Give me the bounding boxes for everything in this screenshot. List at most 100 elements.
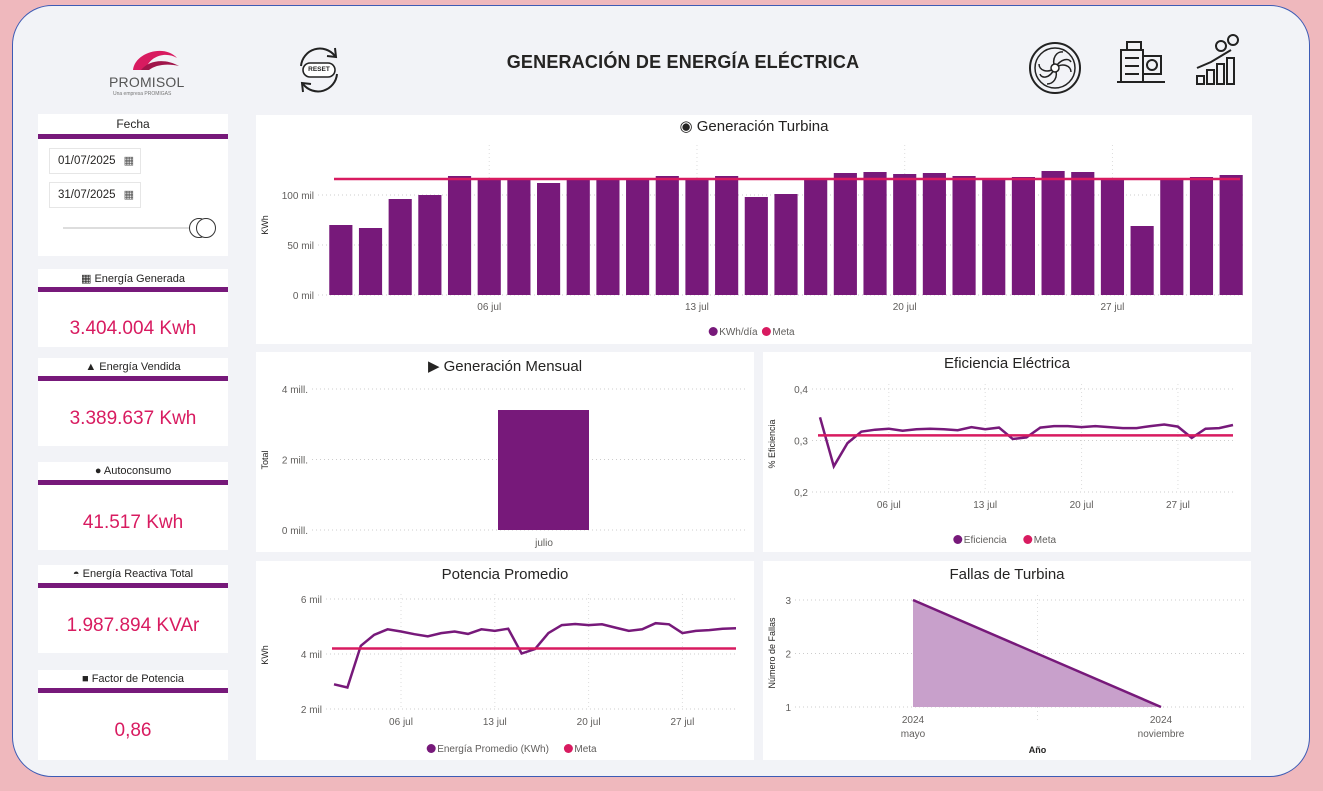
chart-card-power: Potencia Promedio 2 mil 4 mil 6 mil KWh 06 j… (256, 561, 754, 760)
kpi-label: ▦ Energía Generada (81, 273, 185, 285)
kpi-value: 3.404.004 Kwh (69, 318, 197, 339)
y-tick-label: 100 mil (282, 191, 314, 202)
y-tick-label: 2 (785, 650, 791, 661)
y-tick-label: 3 (785, 596, 791, 607)
x-tick-label: 06 jul (389, 717, 413, 728)
bar (596, 178, 620, 295)
kpi-label: ▲ Energía Vendida (85, 361, 181, 373)
turbine-icon (1029, 42, 1081, 94)
chart-card-monthly: ▶ Generación Mensual 0 mill. 2 mill. 4 mil… (256, 352, 754, 552)
generator-icon (1117, 41, 1165, 83)
logo-tagline: Una empresa PROMIGAS (113, 91, 172, 97)
growth-chart-gear-icon (1196, 34, 1239, 85)
x-tick-label: 20 jul (1070, 500, 1094, 511)
legend-label: Energía Promedio (KWh) (437, 744, 549, 755)
kpi-bar (38, 376, 228, 381)
promisol-logo-mark (133, 50, 179, 70)
legend-marker (1023, 535, 1033, 544)
y-tick-label: 4 mill. (282, 385, 308, 396)
x-tick-label: 13 jul (685, 302, 709, 313)
kpi-bar (38, 583, 228, 588)
x-tick-label: 20 jul (893, 302, 917, 313)
bar (1011, 177, 1035, 295)
start-date-value: 01/07/2025 (58, 155, 116, 167)
kpi-card-energia-generada: ▦ Energía Generada 3.404.004 Kwh (38, 269, 228, 347)
legend-label: Meta (574, 744, 597, 755)
chart-card-turbine: ◉ Generación Turbina 0 mil 50 mil 100 mil K… (256, 115, 1252, 344)
calendar-icon[interactable]: ▦ (124, 188, 134, 201)
legend-marker (761, 327, 771, 336)
kpi-value: 0,86 (114, 720, 152, 741)
date-filter-bar (38, 134, 228, 139)
kpi-card-energia-reactiva: ◓ Energía Reactiva Total 1.987.894 KVAr (38, 565, 228, 653)
kpi-label: ◓ Energía Reactiva Total (72, 568, 194, 580)
logo-brand: PROMISOL (109, 74, 185, 90)
y-tick-label: 6 mil (301, 595, 322, 606)
x-tick-label: 13 jul (483, 717, 507, 728)
kpi-value: 41.517 Kwh (82, 512, 184, 533)
dashboard-frame: PROMISOL Una empresa PROMIGAS RESET GENE… (12, 5, 1310, 777)
bar (477, 178, 501, 295)
bar (685, 178, 709, 295)
legend-label: Meta (772, 327, 795, 338)
bar (1041, 171, 1065, 295)
kpi-bar (38, 480, 228, 485)
x-tick-label: 13 jul (973, 500, 997, 511)
date-slider-end-handle[interactable] (196, 218, 216, 238)
x-tick-label: 27 jul (670, 717, 694, 728)
faults-chart: 1 2 3 Número de Fallas 2024 mayo 2024 noviembre… (767, 595, 1245, 755)
legend-label: Eficiencia (964, 535, 1007, 546)
kpi-bar (38, 688, 228, 693)
promisol-logo: PROMISOL Una empresa PROMIGAS (105, 44, 195, 102)
bar (774, 194, 798, 295)
legend-label: Meta (1034, 535, 1057, 546)
bar (626, 180, 650, 295)
x-tick-label: 20 jul (577, 717, 601, 728)
power-chart: 2 mil 4 mil 6 mil KWh 06 jul 13 jul 20 jul 27 j… (260, 594, 737, 755)
bar (863, 172, 887, 295)
turbine-chart: 0 mil 50 mil 100 mil KWh 06 jul 13 jul 20 jul 2… (260, 145, 1246, 338)
reset-button[interactable]: RESET (291, 44, 347, 96)
y-axis-label: KWh (260, 215, 270, 235)
end-date-input[interactable]: 31/07/2025 ▦ (49, 182, 141, 208)
x-axis-label: Año (1029, 745, 1047, 755)
bar (1160, 178, 1184, 295)
x-tick-label: 2024 (902, 715, 925, 726)
legend-marker (708, 327, 718, 336)
kpi-icon: ▦ (81, 273, 92, 285)
bar (1100, 180, 1125, 295)
kpi-bar (38, 287, 228, 292)
y-axis-label: KWh (260, 645, 270, 665)
y-tick-label: 0 mil (293, 291, 314, 302)
bar (418, 195, 442, 295)
bar (1219, 175, 1243, 295)
calendar-icon[interactable]: ▦ (124, 154, 134, 167)
x-tick-label: 06 jul (877, 500, 901, 511)
y-tick-label: 0,2 (794, 488, 808, 499)
bar (498, 410, 589, 530)
bar (744, 197, 768, 295)
y-tick-label: 1 (785, 703, 791, 714)
y-tick-label: 2 mil (301, 705, 322, 716)
end-date-value: 31/07/2025 (58, 189, 116, 201)
kpi-value: 1.987.894 KVAr (66, 615, 200, 636)
bar (507, 180, 531, 295)
bar (447, 176, 472, 295)
date-filter-title: Fecha (116, 117, 150, 131)
kpi-card-factor-potencia: ■ Factor de Potencia 0,86 (38, 670, 228, 760)
bar (804, 180, 828, 295)
bar (537, 183, 561, 295)
bar (1130, 226, 1154, 295)
page-title: GENERACIÓN DE ENERGÍA ELÉCTRICA (506, 52, 860, 72)
chart-card-efficiency: Eficiencia Eléctrica 0,2 0,3 0,4% Eficienc… (763, 352, 1251, 552)
legend-marker (563, 744, 573, 753)
efficiency-chart: 0,2 0,3 0,4 % Eficiencia 06 jul 13 jul 20 jul 2… (767, 384, 1234, 546)
start-date-input[interactable]: 01/07/2025 ▦ (49, 148, 141, 174)
bar (655, 176, 679, 295)
series-line (818, 416, 1234, 470)
reset-label: RESET (308, 66, 330, 73)
legend-label: KWh/día (719, 327, 758, 338)
y-tick-label: 0 mill. (282, 526, 308, 537)
kpi-card-energia-vendida: ▲ Energía Vendida 3.389.637 Kwh (38, 358, 228, 446)
x-tick-label: julio (534, 538, 553, 549)
